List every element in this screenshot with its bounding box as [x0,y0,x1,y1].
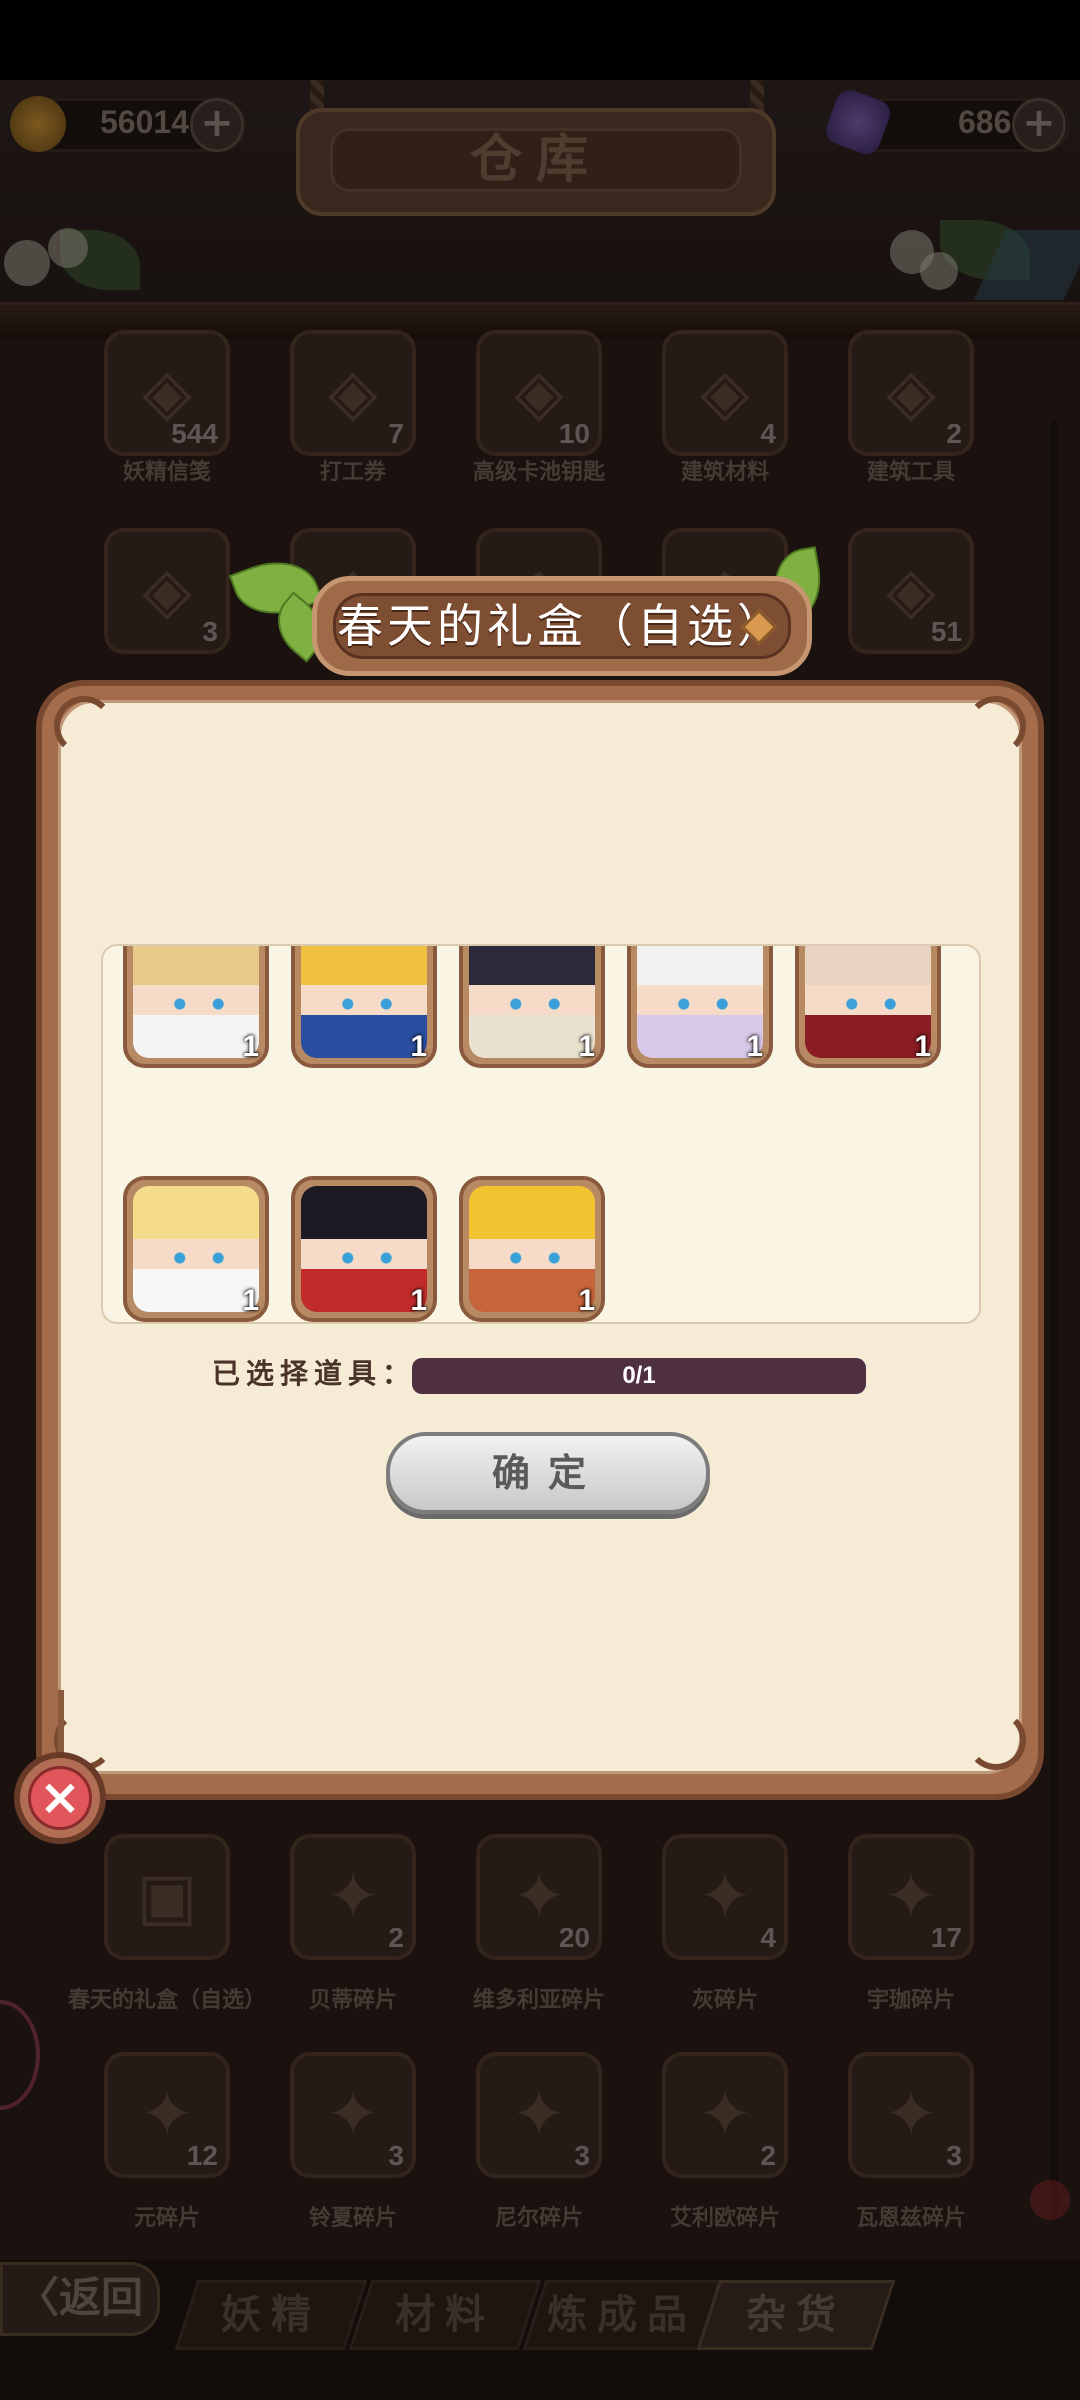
character-option-card[interactable]: 1 [123,1176,269,1322]
option-count: 1 [410,1030,427,1063]
character-option-card[interactable]: 1 [291,946,437,1068]
character-option-card[interactable]: 1 [795,946,941,1068]
option-count: 1 [578,1284,595,1317]
character-portrait [469,1186,595,1312]
close-rope [58,1690,64,1756]
character-option-card[interactable]: 1 [291,1176,437,1322]
option-count: 1 [578,1030,595,1063]
option-count: 1 [746,1030,763,1063]
character-option-card[interactable]: 1 [459,946,605,1068]
frame-ornament [966,696,1026,756]
portrait-eyes [167,1252,231,1264]
option-count: 1 [242,1284,259,1317]
portrait-eyes [503,1252,567,1264]
close-icon[interactable]: × [28,1766,92,1830]
portrait-eyes [671,998,735,1010]
option-grid: 1 1 1 1 1 1 1 1 [101,944,981,1324]
portrait-eyes [167,998,231,1010]
frame-ornament [966,1710,1026,1770]
selected-items-label: 已选择道具： [212,1357,417,1390]
character-option-card[interactable]: 1 [123,946,269,1068]
option-count: 1 [242,1030,259,1063]
character-portrait [301,1186,427,1312]
option-count: 1 [410,1284,427,1317]
confirm-button[interactable]: 确定 [386,1432,710,1514]
frame-ornament [54,696,114,756]
portrait-eyes [839,998,903,1010]
dialog-title-plaque: 春天的礼盒（自选） [312,576,812,676]
status-bar [0,0,1080,80]
character-option-card[interactable]: 1 [459,1176,605,1322]
gift-box-select-dialog: 春天的礼盒（自选） 1 1 1 1 1 1 1 1 已选择道具： 0/1 确定 [36,546,1044,1800]
option-count: 1 [914,1030,931,1063]
character-option-card[interactable]: 1 [627,946,773,1068]
character-portrait [133,1186,259,1312]
close-button[interactable]: × [14,1752,106,1844]
portrait-eyes [335,1252,399,1264]
selection-progress-text: 0/1 [622,1362,656,1389]
portrait-eyes [335,998,399,1010]
selection-progress-bar: 0/1 [412,1358,866,1394]
portrait-eyes [503,998,567,1010]
dialog-title: 春天的礼盒（自选） [333,593,791,659]
